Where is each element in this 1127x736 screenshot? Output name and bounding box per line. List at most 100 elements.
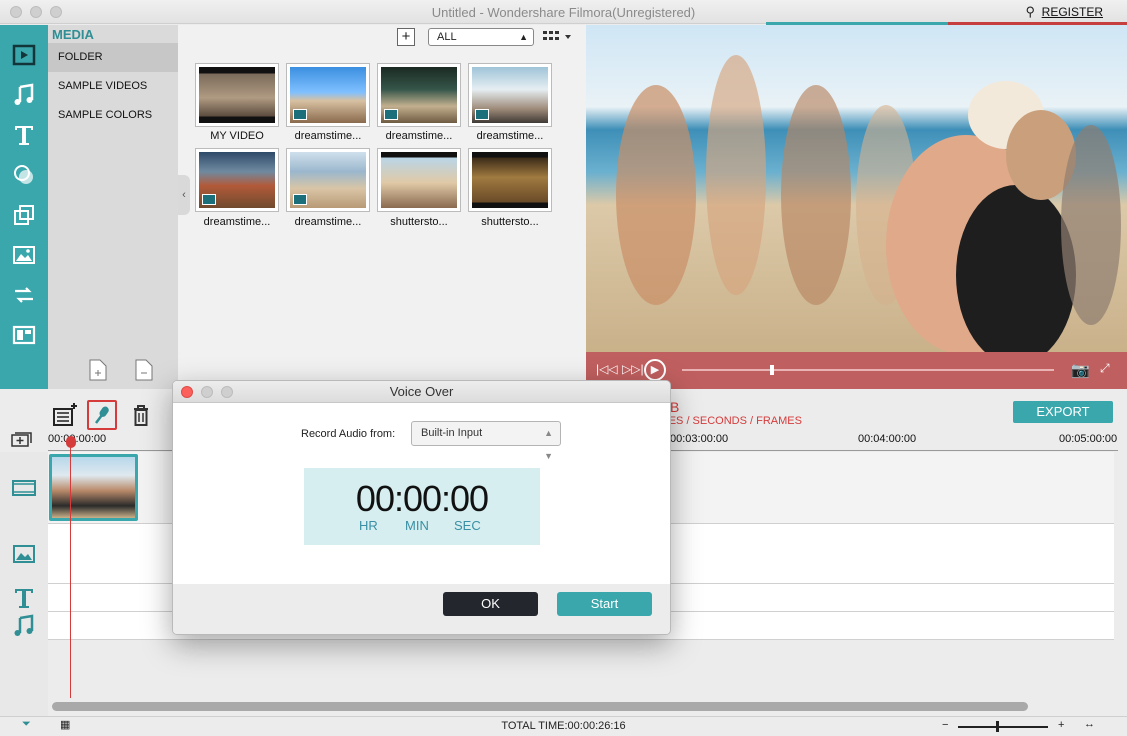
video-badge-icon — [202, 194, 216, 205]
voice-over-button[interactable] — [87, 400, 117, 430]
media-label: shuttersto... — [481, 216, 539, 228]
text-icon — [15, 126, 33, 145]
zoom-out-icon[interactable]: − — [942, 719, 948, 731]
fit-timeline-icon[interactable]: ↔ — [1084, 718, 1095, 730]
fast-forward-icon[interactable]: ▷▷| — [622, 362, 644, 376]
collapse-panel-button[interactable]: ‹ — [178, 175, 190, 215]
media-thumb[interactable] — [377, 63, 461, 127]
fullscreen-icon[interactable]: ⤢ — [1100, 361, 1110, 376]
add-clip-button[interactable] — [50, 400, 80, 430]
new-folder-icon[interactable] — [88, 359, 108, 381]
trash-icon — [134, 405, 148, 426]
media-thumb[interactable] — [195, 148, 279, 212]
media-browser: ‹ + ALL ▲ MY VIDEO dreamstime... dreamst… — [178, 25, 586, 389]
tool-rail — [0, 25, 48, 389]
overlays-icon — [14, 205, 34, 225]
timer-digits: 00:00:00 — [355, 478, 489, 519]
register-link[interactable]: REGISTER — [1042, 5, 1103, 19]
view-mode-button[interactable] — [543, 29, 575, 45]
film-strip-icon — [12, 480, 36, 496]
start-button[interactable]: Start — [557, 592, 652, 616]
voice-over-dialog: Voice Over Record Audio from: Built-in I… — [172, 380, 671, 635]
export-button[interactable]: EXPORT — [1013, 401, 1113, 423]
dialog-minimize-button — [201, 386, 213, 398]
title-bar: Untitled - Wondershare Filmora(Unregiste… — [0, 0, 1127, 24]
clip-thumbnail — [52, 457, 135, 518]
scrubber-knob[interactable] — [770, 365, 774, 375]
dialog-title-bar: Voice Over — [173, 381, 670, 403]
microphone-icon — [95, 406, 109, 424]
snapshot-camera-icon[interactable]: 📷 — [1071, 361, 1090, 379]
split-screen-tab[interactable] — [0, 317, 48, 353]
category-folder[interactable]: FOLDER — [48, 43, 178, 72]
add-media-icon — [53, 403, 77, 426]
filters-tab[interactable] — [0, 157, 48, 193]
status-bar: ⏷ ▦ TOTAL TIME:00:00:26:16 − + ↔ — [0, 716, 1127, 736]
add-track-button[interactable] — [9, 429, 35, 449]
media-thumb[interactable] — [377, 148, 461, 212]
media-label: shuttersto... — [390, 216, 448, 228]
split-screen-icon — [12, 325, 36, 345]
media-thumb[interactable] — [468, 148, 552, 212]
pin-icon: ⚲ — [1025, 4, 1035, 19]
zoom-in-icon[interactable]: + — [1058, 719, 1064, 731]
media-header: MEDIA — [52, 27, 94, 42]
media-filter-select[interactable]: ALL ▲ — [428, 28, 534, 46]
music-tab[interactable] — [0, 77, 48, 113]
chevron-updown-icon: ▲ ▼ — [544, 428, 553, 461]
record-timer: 00:00:00 HR MIN SEC — [304, 468, 540, 545]
transitions-icon — [15, 287, 33, 303]
dialog-title: Voice Over — [389, 384, 454, 399]
ruler-time-4: 00:04:00:00 — [858, 433, 917, 445]
video-preview[interactable] — [586, 25, 1127, 352]
video-clip[interactable] — [49, 454, 138, 521]
preview-frame — [586, 25, 1127, 352]
grid-view-icon — [543, 31, 571, 40]
audio-input-select[interactable]: Built-in Input ▲ ▼ — [411, 421, 561, 461]
timer-unit-sec: SEC — [454, 518, 481, 533]
dialog-close-button[interactable] — [181, 386, 193, 398]
window-title: Untitled - Wondershare Filmora(Unregiste… — [431, 5, 696, 20]
record-audio-label: Record Audio from: — [301, 428, 396, 440]
zoom-slider-knob[interactable] — [996, 721, 999, 732]
video-badge-icon — [293, 194, 307, 205]
image-icon — [13, 246, 35, 264]
add-track-icon — [11, 432, 32, 447]
category-sample-videos[interactable]: SAMPLE VIDEOS — [48, 72, 178, 101]
media-thumb[interactable] — [468, 63, 552, 127]
media-label: dreamstime... — [294, 216, 362, 228]
media-thumb[interactable] — [286, 148, 370, 212]
music-icon — [14, 614, 34, 636]
media-thumb[interactable] — [286, 63, 370, 127]
media-categories: MEDIA FOLDER SAMPLE VIDEOS SAMPLE COLORS — [48, 25, 178, 389]
timer-unit-hr: HR — [359, 518, 378, 533]
chevron-updown-icon: ▲ — [519, 32, 528, 42]
zoom-slider[interactable] — [958, 726, 1048, 728]
video-badge-icon — [293, 109, 307, 120]
ruler-time-0: 00:00:00:00 — [48, 433, 107, 445]
import-button[interactable]: + — [397, 28, 415, 46]
video-badge-icon — [384, 109, 398, 120]
text-tab[interactable] — [0, 117, 48, 153]
remove-folder-icon[interactable] — [134, 359, 154, 381]
delete-button[interactable] — [126, 400, 156, 430]
playhead[interactable] — [70, 438, 71, 698]
media-label: dreamstime... — [476, 130, 544, 142]
category-sample-colors[interactable]: SAMPLE COLORS — [48, 101, 178, 130]
media-thumb-my-video[interactable] — [195, 63, 279, 127]
overlays-tab[interactable] — [0, 197, 48, 233]
preview-scrubber[interactable] — [682, 365, 1054, 375]
media-label: dreamstime... — [385, 130, 453, 142]
media-tab[interactable] — [0, 37, 48, 73]
ok-button[interactable]: OK — [443, 592, 538, 616]
dialog-footer: OK Start — [173, 584, 670, 634]
play-icon[interactable]: ▶ — [644, 359, 666, 381]
ruler-time-3: 00:03:00:00 — [670, 433, 729, 445]
rewind-icon[interactable]: |◁◁ — [596, 362, 618, 376]
media-label: dreamstime... — [294, 130, 362, 142]
timeline-scrollbar[interactable] — [52, 702, 1028, 711]
elements-tab[interactable] — [0, 237, 48, 273]
playhead-handle[interactable] — [66, 436, 76, 448]
transitions-tab[interactable] — [0, 277, 48, 313]
filter-value: ALL — [437, 31, 457, 43]
